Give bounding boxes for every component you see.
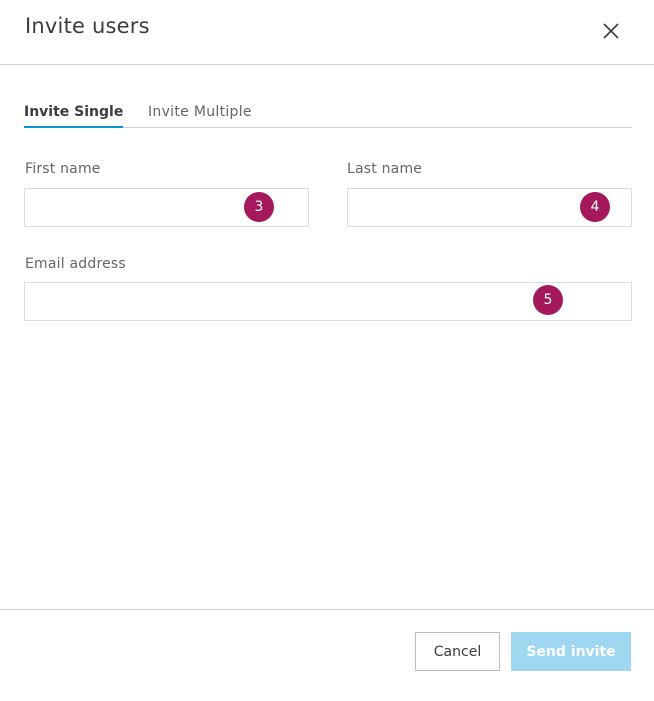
step-badge-3: 3 bbox=[244, 192, 274, 222]
dialog-title: Invite users bbox=[25, 14, 150, 38]
send-invite-button[interactable]: Send invite bbox=[511, 632, 631, 671]
close-icon bbox=[603, 23, 619, 39]
cancel-button[interactable]: Cancel bbox=[415, 632, 500, 671]
dialog-header: Invite users bbox=[0, 0, 654, 65]
step-badge-4: 4 bbox=[580, 192, 610, 222]
tab-invite-single[interactable]: Invite Single bbox=[24, 104, 124, 128]
step-badge-5: 5 bbox=[533, 285, 563, 315]
first-name-label: First name bbox=[25, 161, 101, 177]
last-name-label: Last name bbox=[347, 161, 423, 177]
tab-invite-multiple[interactable]: Invite Multiple bbox=[148, 104, 252, 128]
close-button[interactable] bbox=[600, 20, 622, 42]
footer-divider bbox=[0, 609, 654, 610]
email-label: Email address bbox=[25, 256, 126, 272]
tab-bar: Invite Single Invite Multiple bbox=[24, 100, 632, 128]
